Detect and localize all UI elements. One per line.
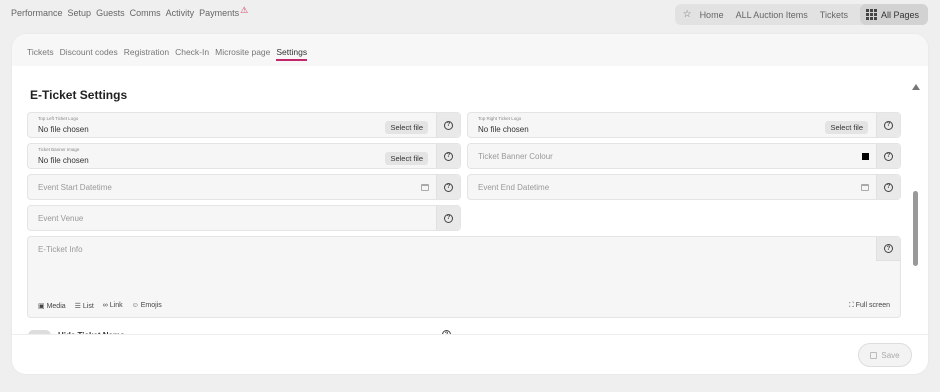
all-pages-label: All Pages — [880, 9, 919, 20]
media-button[interactable]: ▣ Media — [38, 302, 66, 310]
link-icon: ∞ — [102, 302, 108, 309]
help-button[interactable]: ? — [876, 237, 900, 261]
list-icon: ☰ — [74, 303, 81, 310]
field-label: Top Left Ticket Logo — [38, 116, 79, 121]
tab-tickets[interactable]: Tickets — [27, 47, 54, 61]
card-footer: Save — [12, 334, 928, 374]
link-tickets[interactable]: Tickets — [820, 10, 848, 20]
event-end-placeholder: Event End Datetime — [478, 183, 550, 192]
banner-colour-field[interactable]: Ticket Banner Colour ? — [467, 143, 901, 169]
nav-payments-label: Payments — [199, 8, 240, 18]
grid-icon — [865, 9, 877, 20]
event-venue-placeholder: Event Venue — [38, 214, 84, 223]
top-right-logo-field[interactable]: Top Right Ticket Logo No file chosen Sel… — [467, 112, 901, 138]
tab-microsite-page[interactable]: Microsite page — [215, 47, 270, 61]
scroll-up-arrow-icon[interactable] — [912, 84, 920, 90]
star-icon[interactable]: ☆ — [683, 9, 692, 20]
sub-navigation: Tickets Discount codes Registration Chec… — [12, 34, 928, 66]
settings-content[interactable]: E-Ticket Settings Top Left Ticket Logo N… — [12, 66, 928, 334]
help-icon: ? — [884, 151, 893, 161]
nav-performance[interactable]: Performance — [11, 8, 63, 19]
image-icon: ▣ — [38, 303, 45, 310]
help-button[interactable]: ? — [436, 175, 460, 199]
tab-registration[interactable]: Registration — [124, 47, 169, 61]
help-icon: ? — [444, 213, 453, 223]
emoji-icon: ☺ — [131, 302, 139, 309]
tab-discount-codes[interactable]: Discount codes — [60, 47, 118, 61]
emojis-button[interactable]: ☺ Emojis — [132, 302, 162, 310]
calendar-icon[interactable] — [421, 184, 429, 191]
banner-colour-placeholder: Ticket Banner Colour — [478, 152, 553, 161]
file-status: No file chosen — [38, 156, 89, 165]
help-button[interactable]: ? — [436, 206, 460, 230]
eticket-info-editor[interactable]: E-Ticket Info ? ▣ Media ☰ List ∞ Link ☺ … — [27, 236, 901, 318]
tab-check-in[interactable]: Check-In — [175, 47, 209, 61]
event-start-field[interactable]: Event Start Datetime ? — [27, 174, 461, 200]
nav-activity[interactable]: Activity — [166, 8, 195, 19]
select-file-button[interactable]: Select file — [825, 121, 868, 134]
page-title: E-Ticket Settings — [30, 88, 128, 102]
event-end-field[interactable]: Event End Datetime ? — [467, 174, 901, 200]
all-pages-button[interactable]: All Pages — [859, 4, 928, 25]
link-all-auction-items[interactable]: ALL Auction Items — [736, 10, 808, 20]
help-icon: ? — [444, 120, 453, 130]
fullscreen-button[interactable]: ⛶ Full screen — [849, 302, 890, 310]
fullscreen-label: Full screen — [855, 302, 890, 309]
event-venue-field[interactable]: Event Venue ? — [27, 205, 461, 231]
nav-setup[interactable]: Setup — [68, 8, 92, 19]
settings-card: Tickets Discount codes Registration Chec… — [12, 34, 928, 374]
link-label: Link — [109, 302, 123, 309]
help-icon: ? — [884, 244, 893, 253]
expand-icon: ⛶ — [848, 302, 854, 309]
save-label: Save — [881, 350, 900, 360]
list-button[interactable]: ☰ List — [75, 302, 94, 310]
help-icon: ? — [884, 182, 893, 192]
warning-icon: ⚠ — [240, 5, 249, 15]
link-button[interactable]: ∞ Link — [103, 302, 123, 310]
help-button[interactable]: ? — [876, 113, 900, 137]
save-icon — [870, 351, 878, 359]
scroll-thumb[interactable] — [913, 191, 918, 266]
list-label: List — [82, 303, 94, 310]
scrollbar[interactable] — [912, 74, 920, 334]
banner-image-field[interactable]: Ticket Banner Image No file chosen Selec… — [27, 143, 461, 169]
help-button[interactable]: ? — [436, 113, 460, 137]
help-button[interactable]: ? — [876, 144, 900, 168]
link-home[interactable]: Home — [700, 10, 724, 20]
file-status: No file chosen — [478, 125, 529, 134]
select-file-button[interactable]: Select file — [385, 121, 428, 134]
help-button[interactable]: ? — [876, 175, 900, 199]
primary-nav: Performance Setup Guests Comms Activity … — [11, 5, 249, 19]
media-label: Media — [46, 303, 66, 310]
help-icon: ? — [884, 120, 893, 130]
calendar-icon[interactable] — [861, 184, 869, 191]
nav-payments[interactable]: Payments⚠ — [199, 5, 249, 19]
select-file-button[interactable]: Select file — [385, 152, 428, 165]
quick-links: ☆ Home ALL Auction Items Tickets All Pag… — [674, 4, 928, 25]
tab-settings[interactable]: Settings — [276, 47, 308, 61]
file-status: No file chosen — [38, 125, 89, 134]
help-button[interactable]: ? — [436, 144, 460, 168]
save-button[interactable]: Save — [858, 343, 912, 367]
help-icon: ? — [444, 182, 453, 192]
emojis-label: Emojis — [140, 302, 162, 309]
top-left-logo-field[interactable]: Top Left Ticket Logo No file chosen Sele… — [27, 112, 461, 138]
editor-toolbar: ▣ Media ☰ List ∞ Link ☺ Emojis — [38, 302, 162, 310]
event-start-placeholder: Event Start Datetime — [38, 183, 112, 192]
help-icon: ? — [444, 151, 453, 161]
nav-guests[interactable]: Guests — [96, 8, 125, 19]
field-label: Top Right Ticket Logo — [478, 116, 522, 121]
colour-swatch[interactable] — [862, 153, 869, 160]
field-label: Ticket Banner Image — [38, 147, 80, 152]
top-navigation: Performance Setup Guests Comms Activity … — [0, 0, 940, 28]
nav-comms[interactable]: Comms — [130, 8, 161, 19]
eticket-info-placeholder: E-Ticket Info — [38, 245, 83, 254]
